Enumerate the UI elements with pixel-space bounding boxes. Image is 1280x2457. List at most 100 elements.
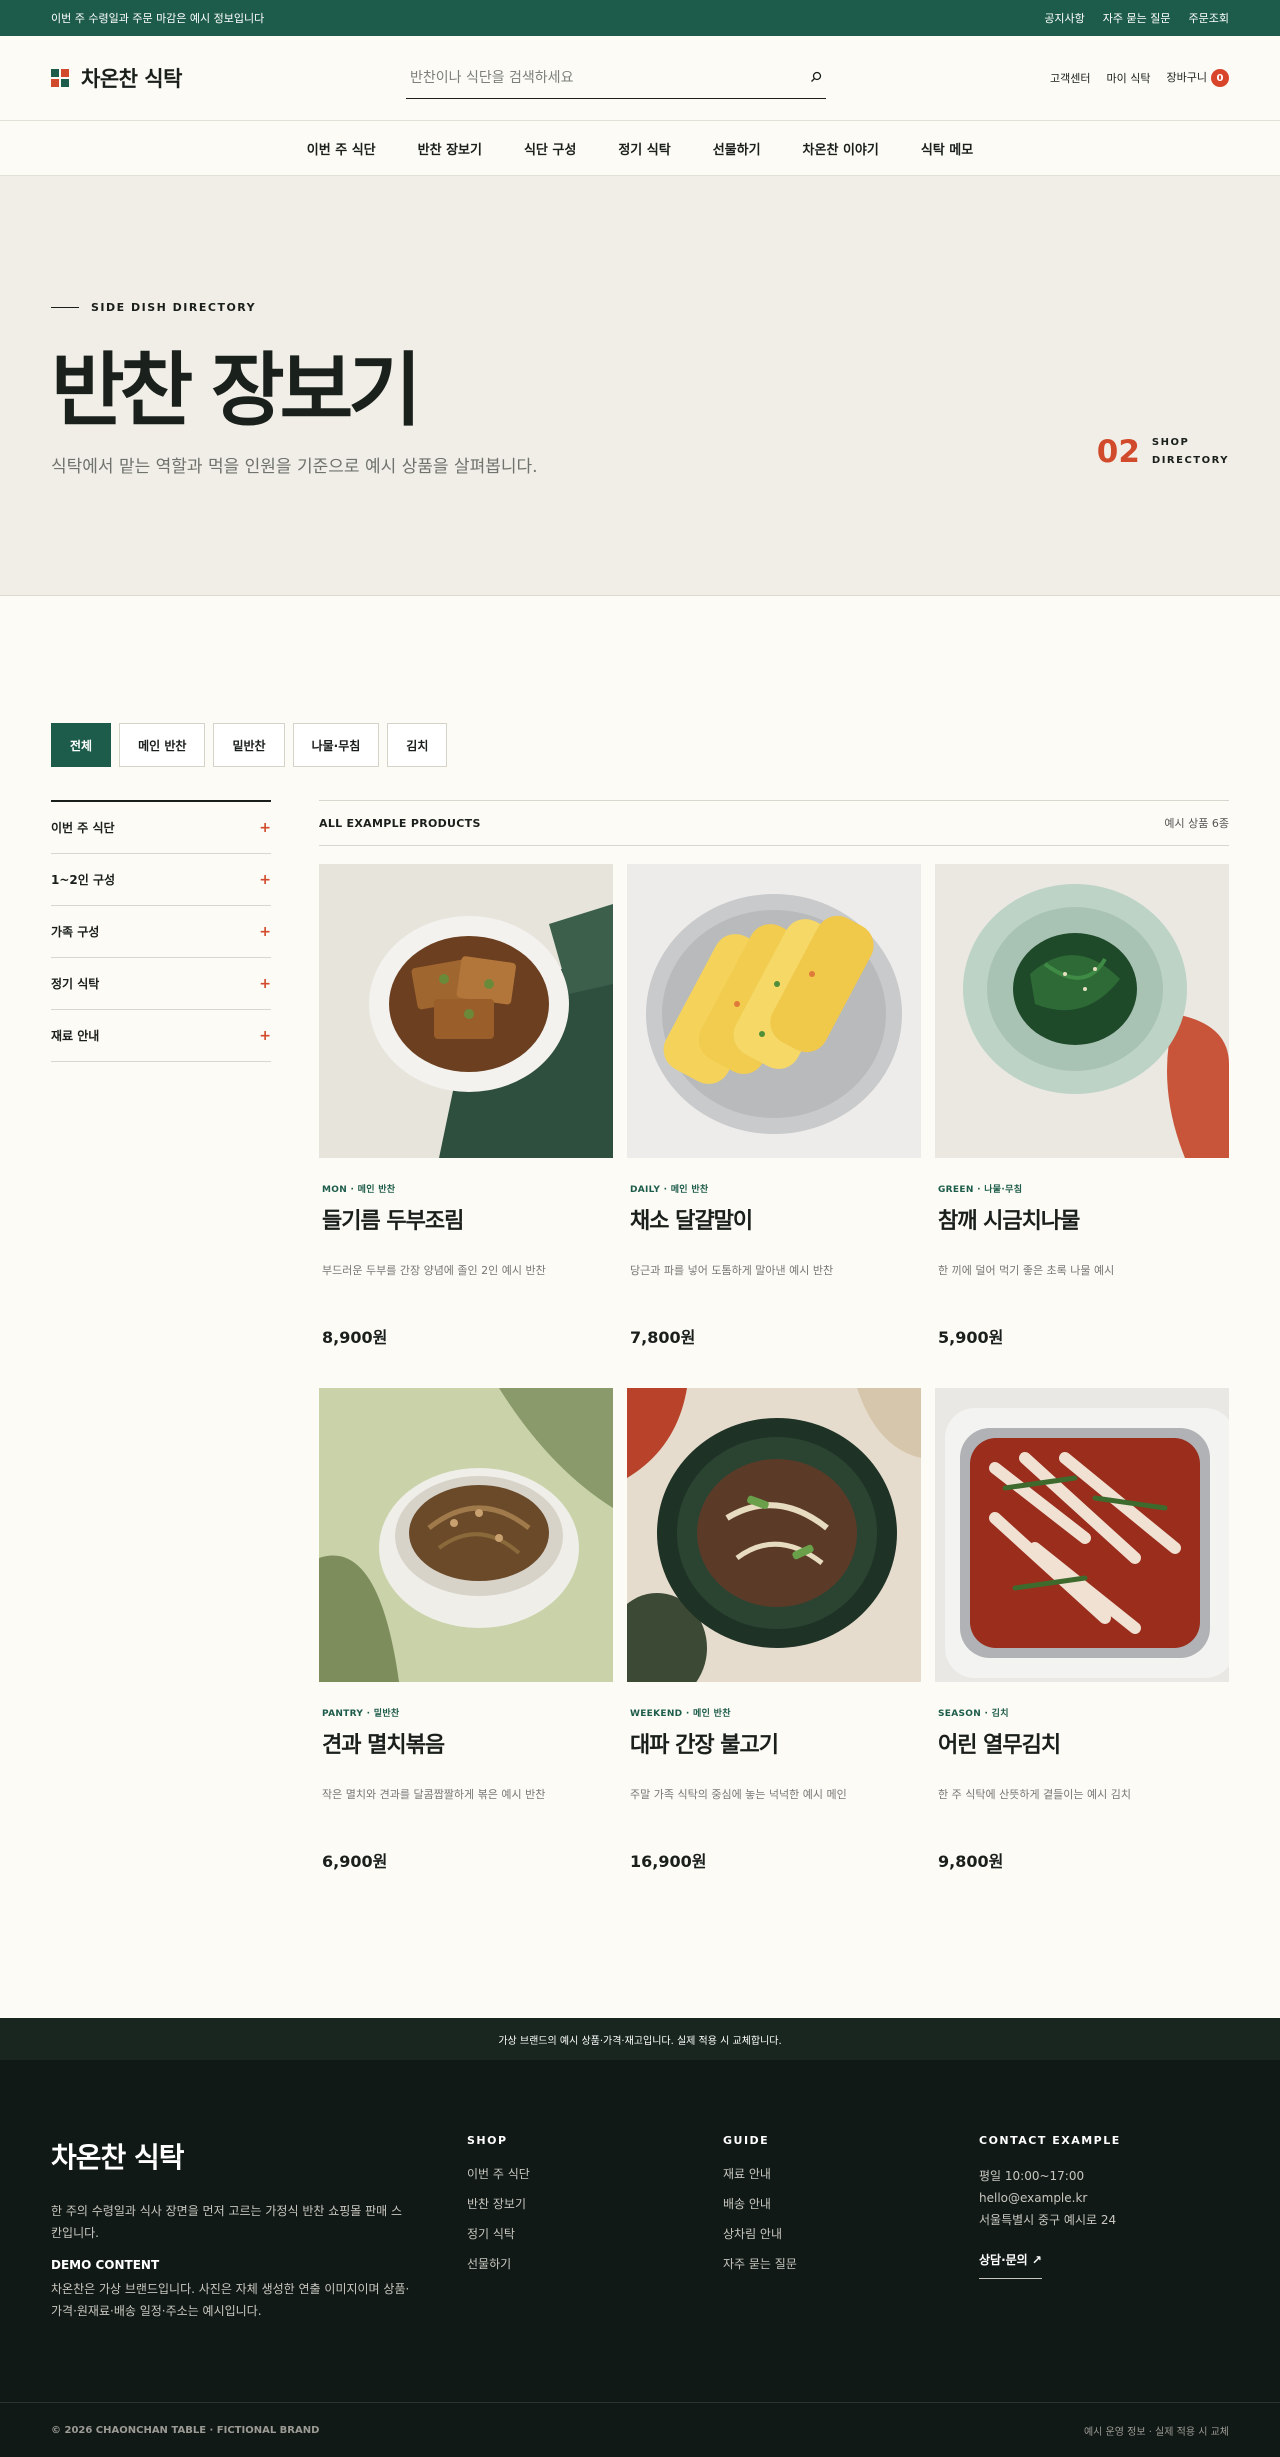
- page-title: 반찬 장보기: [51, 344, 422, 437]
- nav-item-side-dish-shop[interactable]: 반찬 장보기: [418, 139, 482, 158]
- nav-item-gift[interactable]: 선물하기: [713, 139, 761, 158]
- product-card[interactable]: PANTRY · 밑반찬 견과 멸치볶음 작은 멸치와 견과를 달콤짭짤하게 볶…: [319, 1388, 613, 1912]
- filter-main-dish[interactable]: 메인 반찬: [119, 723, 206, 767]
- footer-link[interactable]: 자주 묻는 질문: [723, 2255, 797, 2285]
- nav-item-meal-set[interactable]: 식단 구성: [524, 139, 576, 158]
- product-description: 부드러운 두부를 간장 양념에 졸인 2인 예시 반찬: [322, 1264, 546, 1277]
- consult-link[interactable]: 상담·문의 ↗: [979, 2251, 1042, 2279]
- logo-mark-icon: [51, 69, 69, 87]
- cart-count-badge: 0: [1211, 69, 1229, 88]
- my-table-link[interactable]: 마이 식탁: [1107, 70, 1151, 86]
- contact-hours: 평일 10:00~17:00: [979, 2169, 1085, 2183]
- category-filters: 전체 메인 반찬 밑반찬 나물·무침 김치: [51, 723, 448, 767]
- product-price: 8,900원: [322, 1328, 388, 1347]
- product-image-kimchi[interactable]: [935, 1388, 1229, 1682]
- contact-address: 서울특별시 중구 예시로 24: [979, 2213, 1117, 2227]
- arrow-up-right-icon: ↗: [1031, 2253, 1042, 2267]
- eyebrow-text: SIDE DISH DIRECTORY: [91, 301, 257, 314]
- top-announcement-bar: 이번 주 수령일과 주문 마감은 예시 정보입니다 공지사항 자주 묻는 질문 …: [0, 0, 1280, 36]
- sidebar-item-ingredients[interactable]: 재료 안내 +: [51, 1010, 271, 1062]
- product-image-anchovy[interactable]: [319, 1388, 613, 1682]
- section-number-label: SHOP DIRECTORY: [1151, 437, 1229, 466]
- footer-guide-title: GUIDE: [723, 2134, 770, 2147]
- product-image-bulgogi[interactable]: [627, 1388, 921, 1682]
- filter-side-dish[interactable]: 밑반찬: [213, 723, 285, 767]
- product-name[interactable]: 참깨 시금치나물: [938, 1203, 1080, 1235]
- footer-demo-title: DEMO CONTENT: [51, 2258, 160, 2272]
- footer-link[interactable]: 반찬 장보기: [467, 2195, 530, 2225]
- product-image-spinach[interactable]: [935, 864, 1229, 1158]
- footer-brand: 차온찬 식탁: [51, 2141, 185, 2174]
- section-number-value: 02: [1096, 434, 1140, 470]
- product-tag: SEASON · 김치: [938, 1709, 1009, 1719]
- product-name[interactable]: 대파 간장 불고기: [630, 1727, 779, 1759]
- footer-bottom-note: 예시 운영 정보 · 실제 적용 시 교체: [1083, 2426, 1229, 2438]
- product-card[interactable]: WEEKEND · 메인 반찬 대파 간장 불고기 주말 가족 식탁의 중심에 …: [627, 1388, 921, 1912]
- footer-link[interactable]: 상차림 안내: [723, 2225, 797, 2255]
- contact-email: hello@example.kr: [979, 2191, 1088, 2205]
- footer-link[interactable]: 배송 안내: [723, 2195, 797, 2225]
- product-image-tofu[interactable]: [319, 864, 613, 1158]
- product-tag: MON · 메인 반찬: [322, 1185, 396, 1195]
- filter-namul[interactable]: 나물·무침: [292, 723, 380, 767]
- product-price: 9,800원: [938, 1852, 1004, 1871]
- product-description: 주말 가족 식탁의 중심에 놓는 넉넉한 예시 메인: [630, 1788, 847, 1801]
- footer-description: 한 주의 수령일과 식사 장면을 먼저 고르는 가정식 반찬 쇼핑몰 판매 스칸…: [51, 2204, 403, 2240]
- cart-link[interactable]: 장바구니 0: [1167, 69, 1229, 88]
- sidebar-item-family-set[interactable]: 가족 구성 +: [51, 906, 271, 958]
- product-name[interactable]: 채소 달걀말이: [630, 1203, 753, 1235]
- nav-item-weekly-menu[interactable]: 이번 주 식단: [307, 139, 376, 158]
- footer-link[interactable]: 이번 주 식단: [467, 2165, 530, 2195]
- product-description: 한 주 식탁에 산뜻하게 곁들이는 예시 김치: [938, 1788, 1132, 1801]
- footer-demo-description: 차온찬은 가상 브랜드입니다. 사진은 자체 생성한 연출 이미지이며 상품·가…: [51, 2282, 410, 2318]
- sidebar-item-small-set[interactable]: 1~2인 구성 +: [51, 854, 271, 906]
- section-number: 02 SHOP DIRECTORY: [1097, 434, 1229, 470]
- top-link-notice[interactable]: 공지사항: [1044, 10, 1084, 26]
- site-footer: 차온찬 식탁 한 주의 수령일과 식사 장면을 먼저 고르는 가정식 반찬 쇼핑…: [0, 2060, 1280, 2457]
- product-image-omelette[interactable]: [627, 864, 921, 1158]
- product-price: 7,800원: [630, 1328, 696, 1347]
- footer-link[interactable]: 정기 식탁: [467, 2225, 530, 2255]
- footer-link[interactable]: 재료 안내: [723, 2165, 797, 2195]
- product-card[interactable]: DAILY · 메인 반찬 채소 달걀말이 당근과 파를 넣어 도톰하게 말아낸…: [627, 864, 921, 1388]
- sidebar-item-weekly[interactable]: 이번 주 식단 +: [51, 802, 271, 854]
- product-price: 16,900원: [630, 1852, 707, 1871]
- demo-notice-bar: 가상 브랜드의 예시 상품·가격·재고입니다. 실제 적용 시 교체합니다.: [0, 2018, 1280, 2060]
- footer-link[interactable]: 선물하기: [467, 2255, 530, 2285]
- plus-icon: +: [259, 871, 271, 888]
- product-list-header: ALL EXAMPLE PRODUCTS 예시 상품 6종: [319, 800, 1229, 846]
- site-header: 차온찬 식탁 고객센터 마이 식탁 장바구니 0: [0, 36, 1280, 120]
- plus-icon: +: [259, 975, 271, 992]
- plus-icon: +: [259, 923, 271, 940]
- sidebar-item-subscription[interactable]: 정기 식탁 +: [51, 958, 271, 1010]
- nav-item-subscription[interactable]: 정기 식탁: [618, 139, 670, 158]
- search-input[interactable]: [409, 69, 770, 86]
- search-icon[interactable]: [810, 68, 822, 87]
- footer-bottom-bar: © 2026 CHAONCHAN TABLE · FICTIONAL BRAND…: [0, 2402, 1280, 2457]
- announcement-text: 이번 주 수령일과 주문 마감은 예시 정보입니다: [51, 12, 265, 25]
- product-card[interactable]: SEASON · 김치 어린 열무김치 한 주 식탁에 산뜻하게 곁들이는 예시…: [935, 1388, 1229, 1912]
- filter-all[interactable]: 전체: [51, 723, 112, 767]
- header-links: 고객센터 마이 식탁 장바구니 0: [1050, 69, 1229, 88]
- customer-center-link[interactable]: 고객센터: [1050, 70, 1090, 86]
- top-link-faq[interactable]: 자주 묻는 질문: [1103, 10, 1171, 26]
- top-link-order-lookup[interactable]: 주문조회: [1189, 10, 1229, 26]
- nav-item-memo[interactable]: 식탁 메모: [921, 139, 973, 158]
- product-name[interactable]: 들기름 두부조림: [322, 1203, 464, 1235]
- list-heading: ALL EXAMPLE PRODUCTS: [319, 816, 481, 830]
- footer-contact-title: CONTACT EXAMPLE: [979, 2134, 1121, 2147]
- filter-kimchi[interactable]: 김치: [387, 723, 448, 767]
- product-price: 5,900원: [938, 1328, 1004, 1347]
- product-name[interactable]: 어린 열무김치: [938, 1727, 1061, 1759]
- product-card[interactable]: GREEN · 나물·무침 참깨 시금치나물 한 끼에 덜어 먹기 좋은 초록 …: [935, 864, 1229, 1388]
- logo[interactable]: 차온찬 식탁: [51, 63, 182, 93]
- footer-shop-column: SHOP 이번 주 식단 반찬 장보기 정기 식탁 선물하기: [467, 2134, 530, 2285]
- product-card[interactable]: MON · 메인 반찬 들기름 두부조림 부드러운 두부를 간장 양념에 졸인 …: [319, 864, 613, 1388]
- main-nav: 이번 주 식단 반찬 장보기 식단 구성 정기 식탁 선물하기 차온찬 이야기 …: [0, 120, 1280, 176]
- sidebar-accordion: 이번 주 식단 + 1~2인 구성 + 가족 구성 + 정기 식탁 + 재료 안내 +: [51, 800, 271, 1062]
- nav-item-story[interactable]: 차온찬 이야기: [803, 139, 879, 158]
- top-links: 공지사항 자주 묻는 질문 주문조회: [1044, 10, 1229, 26]
- product-tag: GREEN · 나물·무침: [938, 1185, 1023, 1195]
- product-name[interactable]: 견과 멸치볶음: [322, 1727, 445, 1759]
- product-price: 6,900원: [322, 1852, 388, 1871]
